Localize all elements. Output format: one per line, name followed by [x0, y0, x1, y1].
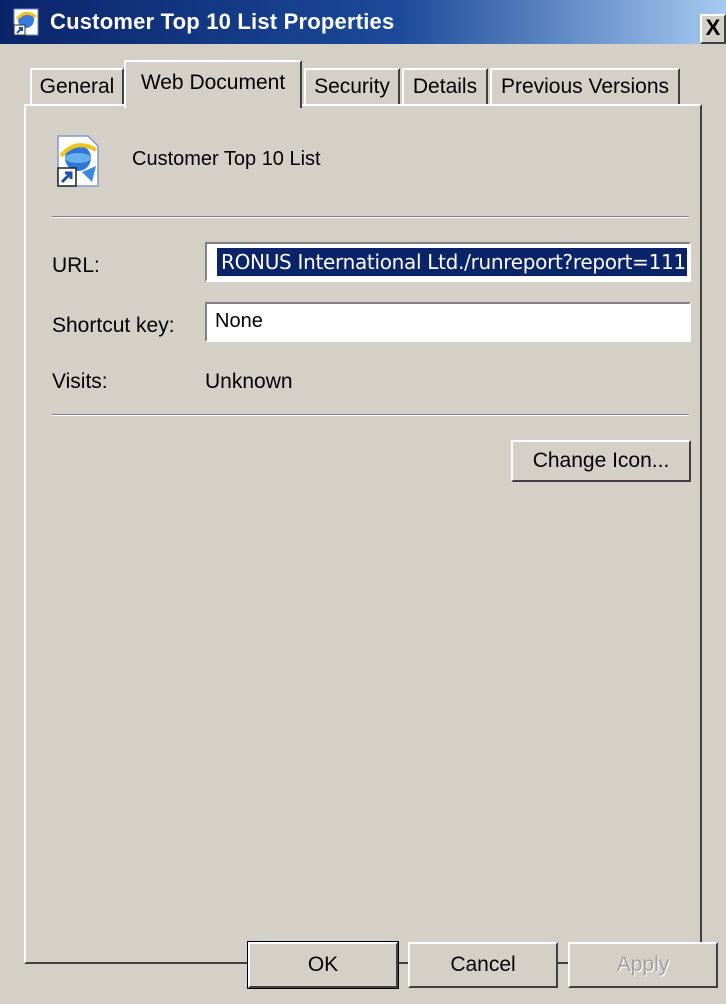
tab-label: General [39, 75, 115, 98]
internet-shortcut-icon [13, 8, 39, 36]
ok-button[interactable]: OK [247, 941, 399, 989]
title-bar[interactable]: Customer Top 10 List Properties X [0, 0, 726, 44]
internet-shortcut-icon [57, 135, 99, 187]
url-label: URL: [52, 254, 100, 277]
cancel-button-label: Cancel [450, 953, 516, 976]
tab-details[interactable]: Details [402, 68, 488, 106]
close-icon: X [705, 15, 721, 40]
document-name: Customer Top 10 List [132, 148, 321, 170]
tab-web-document[interactable]: Web Document [124, 60, 302, 108]
separator [52, 216, 689, 218]
window-title: Customer Top 10 List Properties [50, 9, 395, 34]
shortcut-key-field[interactable]: None [205, 302, 691, 342]
visits-label: Visits: [52, 370, 108, 393]
url-field[interactable]: RONUS International Ltd./runreport?repor… [205, 242, 691, 282]
cancel-button[interactable]: Cancel [408, 942, 558, 988]
tab-previous-versions[interactable]: Previous Versions [490, 68, 680, 106]
tab-label: Previous Versions [500, 75, 670, 98]
tab-strip: General Web Document Security Details Pr… [0, 60, 726, 108]
apply-button[interactable]: Apply [568, 942, 718, 988]
ok-button-label: OK [307, 953, 339, 976]
change-icon-button-label: Change Icon... [532, 449, 670, 472]
tab-general[interactable]: General [30, 68, 124, 106]
tab-label: Security [314, 75, 390, 98]
shortcut-key-label: Shortcut key: [52, 314, 175, 337]
close-button[interactable]: X [700, 14, 726, 44]
tab-label: Web Document [140, 71, 286, 94]
url-value: RONUS International Ltd./runreport?repor… [217, 248, 687, 276]
change-icon-button[interactable]: Change Icon... [511, 440, 691, 482]
tab-panel-web-document [24, 104, 702, 964]
separator [52, 414, 689, 416]
visits-value: Unknown [205, 370, 293, 393]
shortcut-key-value: None [215, 310, 263, 332]
tab-security[interactable]: Security [304, 68, 400, 106]
tab-label: Details [412, 75, 478, 98]
apply-button-label: Apply [616, 953, 670, 976]
